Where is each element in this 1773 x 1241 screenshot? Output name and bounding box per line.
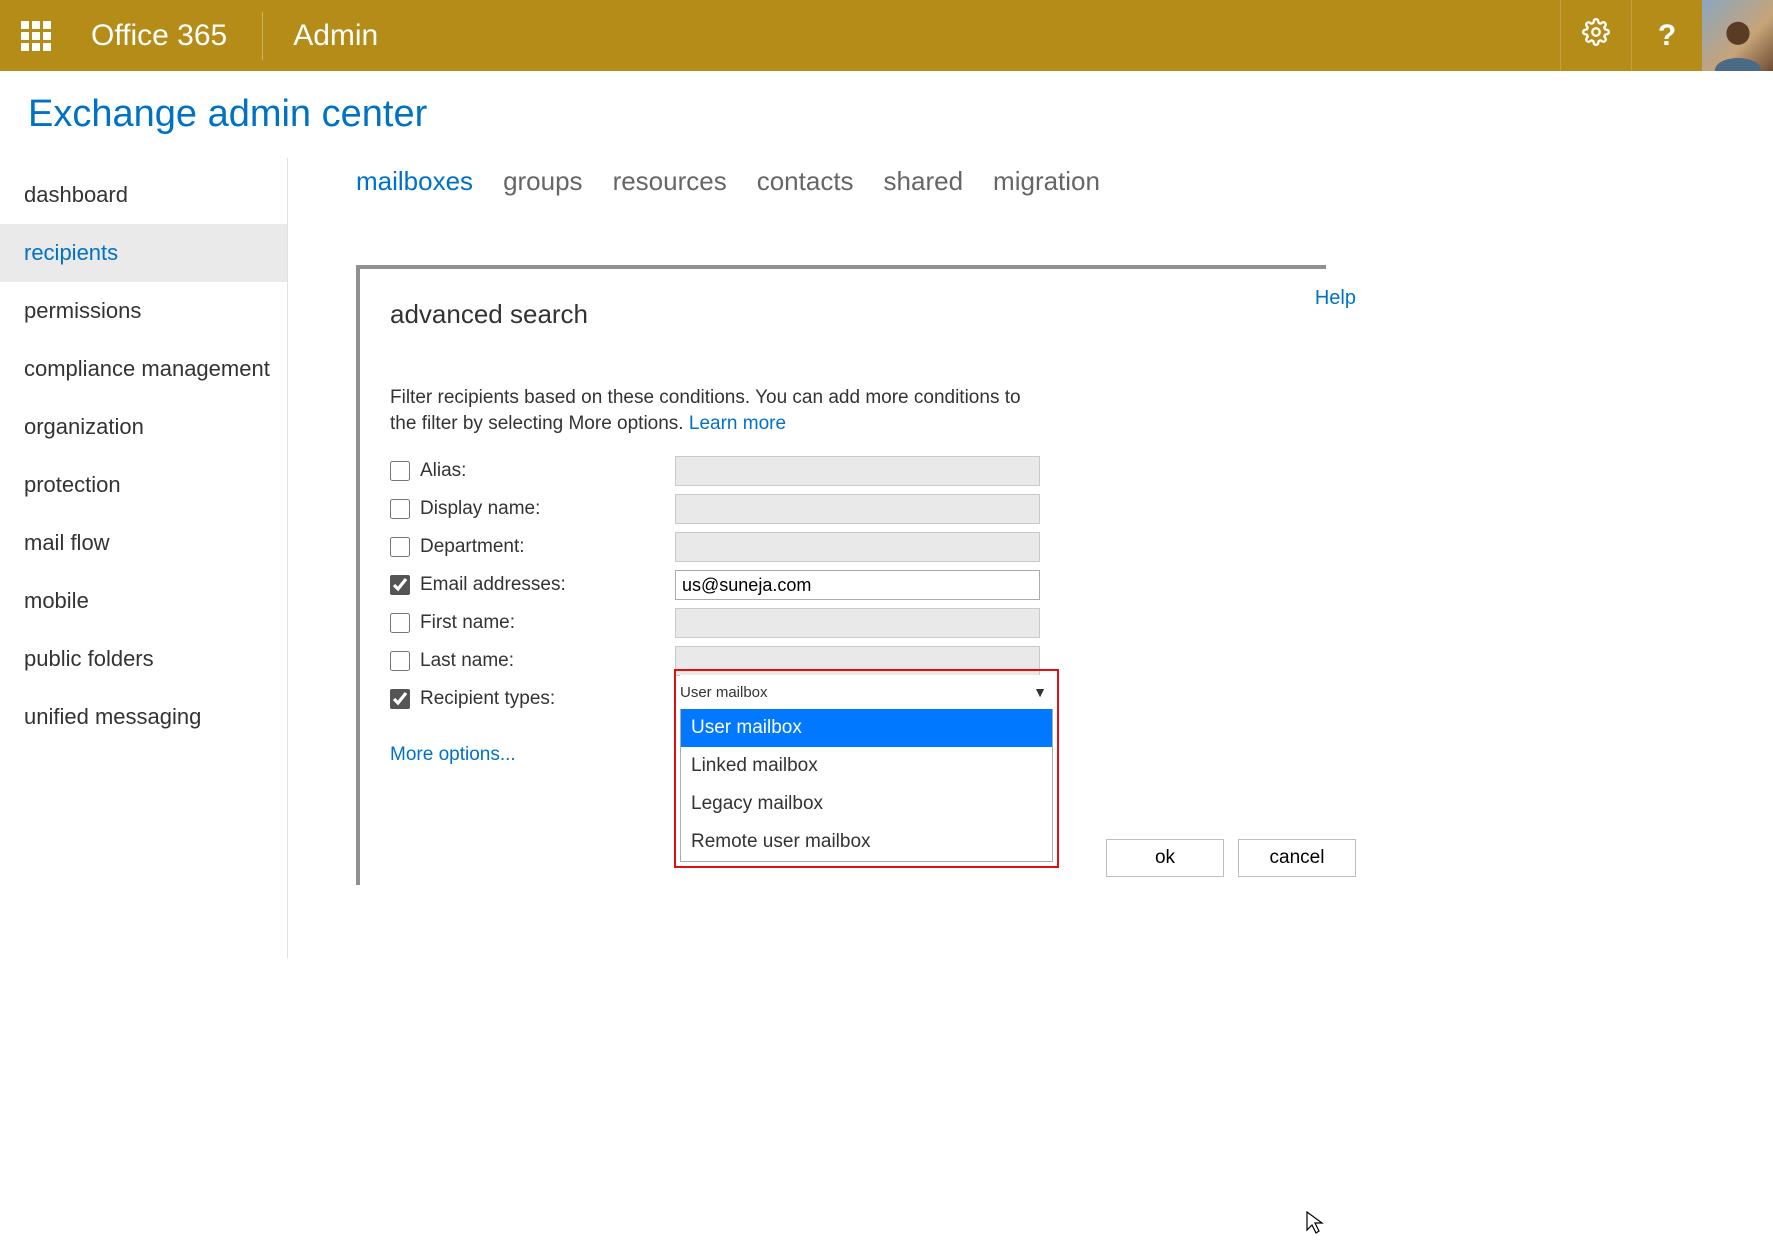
avatar[interactable]	[1702, 0, 1773, 71]
learn-more-link[interactable]: Learn more	[689, 413, 786, 434]
filter-input-disabled	[675, 494, 1040, 524]
filter-checkbox[interactable]	[390, 613, 410, 633]
filter-row: Display name:	[390, 490, 1050, 528]
app-label[interactable]: Admin	[263, 19, 378, 53]
sidebar-item-organization[interactable]: organization	[0, 398, 287, 456]
sidebar-item-protection[interactable]: protection	[0, 456, 287, 514]
tab-resources[interactable]: resources	[613, 166, 727, 197]
filter-row: Department:	[390, 528, 1050, 566]
sidebar-item-dashboard[interactable]: dashboard	[0, 166, 287, 224]
gear-icon	[1582, 18, 1610, 53]
advanced-search-dialog: advanced search Help Filter recipients b…	[356, 265, 1326, 885]
sidebar-item-mail-flow[interactable]: mail flow	[0, 514, 287, 572]
filter-checkbox[interactable]	[390, 499, 410, 519]
sidebar-item-unified-messaging[interactable]: unified messaging	[0, 688, 287, 746]
page-title: Exchange admin center	[0, 71, 1773, 158]
filter-label: Email addresses:	[420, 574, 675, 596]
filter-input-disabled	[675, 456, 1040, 486]
cancel-button[interactable]: cancel	[1238, 839, 1356, 877]
filter-row: First name:	[390, 604, 1050, 642]
filter-checkbox[interactable]	[390, 689, 410, 709]
filter-label: Department:	[420, 536, 675, 558]
ok-button[interactable]: ok	[1106, 839, 1224, 877]
chevron-down-icon: ▼	[1033, 684, 1047, 700]
filter-label: Recipient types:	[420, 688, 675, 710]
dialog-title: advanced search	[390, 299, 1326, 330]
tab-shared[interactable]: shared	[884, 166, 964, 197]
app-launcher-button[interactable]	[0, 0, 71, 71]
recipient-types-options-list: User mailboxLinked mailboxLegacy mailbox…	[680, 709, 1053, 862]
tab-contacts[interactable]: contacts	[757, 166, 854, 197]
filter-input[interactable]	[675, 570, 1040, 600]
settings-button[interactable]	[1560, 0, 1631, 71]
question-icon: ?	[1658, 19, 1676, 53]
filter-input-disabled	[675, 608, 1040, 638]
filter-row: Email addresses:	[390, 566, 1050, 604]
recipient-type-option[interactable]: Remote user mailbox	[681, 823, 1052, 861]
main-area: mailboxes groups resources contacts shared mi…	[288, 158, 1773, 958]
sidebar-item-recipients[interactable]: recipients	[0, 224, 287, 282]
sidebar-item-public-folders[interactable]: public folders	[0, 630, 287, 688]
recipient-types-dropdown-highlight: User mailbox ▼ User mailboxLinked mailbo…	[674, 669, 1059, 868]
filter-label: First name:	[420, 612, 675, 634]
sidebar-item-mobile[interactable]: mobile	[0, 572, 287, 630]
filter-checkbox[interactable]	[390, 537, 410, 557]
filter-checkbox[interactable]	[390, 575, 410, 595]
sidebar-item-compliance-management[interactable]: compliance management	[0, 340, 287, 398]
waffle-icon	[21, 21, 51, 51]
filter-checkbox[interactable]	[390, 461, 410, 481]
recipient-type-option[interactable]: Linked mailbox	[681, 747, 1052, 785]
recipient-types-select[interactable]: User mailbox ▼	[680, 675, 1053, 709]
help-link[interactable]: Help	[1315, 287, 1356, 310]
tabs: mailboxes groups resources contacts shared mi…	[356, 166, 1773, 197]
recipient-type-option[interactable]: User mailbox	[681, 709, 1052, 747]
filter-label: Last name:	[420, 650, 675, 672]
dialog-instructions: Filter recipients based on these conditi…	[390, 385, 1050, 436]
sidebar: dashboardrecipientspermissionscompliance…	[0, 158, 288, 958]
topbar: Office 365 Admin ?	[0, 0, 1773, 71]
cursor-icon	[1306, 1211, 1324, 1241]
recipient-type-option[interactable]: Legacy mailbox	[681, 785, 1052, 823]
brand-label[interactable]: Office 365	[71, 12, 263, 60]
filter-label: Alias:	[420, 460, 675, 482]
filter-input-disabled	[675, 532, 1040, 562]
filter-checkbox[interactable]	[390, 651, 410, 671]
tab-mailboxes[interactable]: mailboxes	[356, 166, 473, 197]
filter-row: Alias:	[390, 452, 1050, 490]
tab-groups[interactable]: groups	[503, 166, 583, 197]
recipient-types-selected-value: User mailbox	[680, 684, 768, 701]
sidebar-item-permissions[interactable]: permissions	[0, 282, 287, 340]
tab-migration[interactable]: migration	[993, 166, 1100, 197]
help-button[interactable]: ?	[1631, 0, 1702, 71]
filter-label: Display name:	[420, 498, 675, 520]
